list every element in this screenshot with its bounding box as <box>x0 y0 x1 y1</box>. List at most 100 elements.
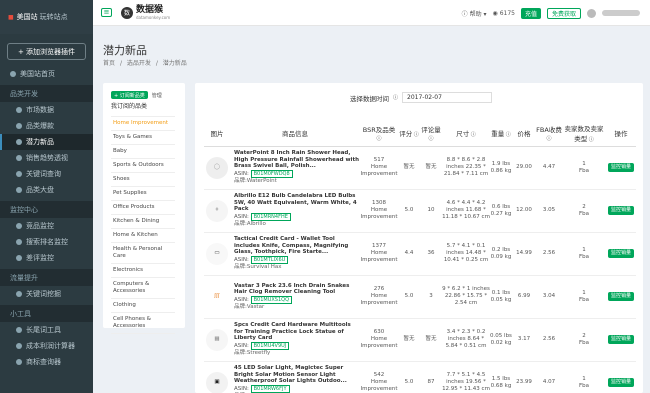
breadcrumb-home[interactable]: 首页 <box>103 60 115 67</box>
logo-mark-icon: 数 <box>121 6 133 19</box>
column-header-label: 评分 <box>399 130 413 139</box>
monitor-sales-button[interactable]: 监控销量 <box>607 206 634 215</box>
help-menu[interactable]: ⓘ 帮助 ▾ <box>462 9 487 18</box>
asin-code[interactable]: B01MU4V9UJ <box>250 341 290 350</box>
asin-code[interactable]: B01MUXS1QQ <box>250 295 293 304</box>
category-item[interactable]: Home & Kitchen <box>111 229 175 243</box>
category-item[interactable]: Cell Phones & Accessories <box>111 313 175 334</box>
sidebar-item-big-category[interactable]: 品类大盘 <box>0 182 93 198</box>
table-row[interactable]: ♦ Albrillo E12 Bulb Candelabra LED Bulbs… <box>204 189 636 233</box>
asin-label: ASIN: <box>234 213 249 220</box>
brand-label: 品牌: <box>234 303 247 310</box>
sellers-cell: 2 Fba <box>562 189 606 233</box>
username[interactable] <box>602 10 640 16</box>
product-info-cell: Vastar 3 Pack 23.6 Inch Drain Snakes Hai… <box>230 275 360 319</box>
product-info-cell: 45 LED Solar Light, Magictec Super Brigh… <box>230 361 360 393</box>
sidebar-item-sales-trend[interactable]: 销售趋势透视 <box>0 150 93 166</box>
product-title[interactable]: 45 LED Solar Light, Magictec Super Brigh… <box>234 365 360 385</box>
sidebar-item-profit-calc[interactable]: 成本利润计算器 <box>0 338 93 354</box>
product-image-cell: ʃʃʃ <box>204 275 230 319</box>
category-item[interactable]: Shoes <box>111 173 175 187</box>
monitor-sales-button[interactable]: 监控销量 <box>607 378 634 387</box>
category-item[interactable]: Pet Supplies <box>111 187 175 201</box>
product-thumbnail[interactable]: ▣ <box>206 371 228 393</box>
sidebar-item-keyword-query[interactable]: 关键词查询 <box>0 166 93 182</box>
points-display: ◉ 6175 <box>492 9 515 17</box>
category-item[interactable]: Kitchen & Dining <box>111 215 175 229</box>
sidebar-item-new-products[interactable]: 潜力新品 <box>0 134 93 150</box>
category-item[interactable]: Sports & Outdoors <box>111 159 175 173</box>
info-icon: ⓘ <box>546 136 552 143</box>
sidebar-item-hot-products[interactable]: 品类爆款 <box>0 118 93 134</box>
monitor-sales-button[interactable]: 监控销量 <box>607 292 634 301</box>
category-item[interactable]: Clothing <box>111 299 175 313</box>
column-header-label: 评论量 <box>421 126 441 135</box>
asin-code[interactable]: B01MRW6FJY <box>250 384 290 393</box>
product-title[interactable]: Vastar 3 Pack 23.6 Inch Drain Snakes Hai… <box>234 283 360 296</box>
category-item[interactable]: Baby <box>111 145 175 159</box>
category-item[interactable]: Toys & Games <box>111 131 175 145</box>
sidebar-item-home[interactable]: 美国站首页 <box>0 66 93 82</box>
menu-toggle-icon[interactable]: ≡ <box>101 8 112 17</box>
product-title[interactable]: WaterPoint 8 Inch Rain Shower Head, High… <box>234 150 360 170</box>
product-thumbnail[interactable]: ♦ <box>206 199 228 222</box>
asin-code[interactable]: B01M0FWDQ8 <box>250 169 293 178</box>
logo[interactable]: 数 数据猴 datamonkey.com <box>121 5 170 20</box>
pickaxe-icon <box>16 291 22 297</box>
product-thumbnail[interactable]: ʃʃʃ <box>206 285 228 308</box>
sidebar-item-trademark[interactable]: 商标查询器 <box>0 354 93 370</box>
category-item[interactable]: Office Products <box>111 201 175 215</box>
asin-code[interactable]: B01MTLIX6U <box>250 255 289 264</box>
category-item[interactable]: Health & Personal Care <box>111 243 175 264</box>
product-thumbnail[interactable]: ▦ <box>206 328 228 351</box>
table-row[interactable]: ʃʃʃ Vastar 3 Pack 23.6 Inch Drain Snakes… <box>204 275 636 319</box>
breadcrumb-products[interactable]: 选品开发 <box>127 60 151 67</box>
sidebar-item-search-rank[interactable]: 搜索排名监控 <box>0 234 93 250</box>
category-item[interactable]: Electronics <box>111 264 175 278</box>
recharge-button[interactable]: 充值 <box>520 7 541 19</box>
fba-cell: 2.56 <box>536 232 562 276</box>
info-icon: ⓘ <box>393 95 399 101</box>
free-points-button[interactable]: 免费获取 <box>546 7 581 19</box>
category-item[interactable]: Computers & Accessories <box>111 278 175 299</box>
table-row[interactable]: ▦ Spcs Credit Card Hardware Multitools f… <box>204 318 636 362</box>
sidebar-item-label: 潜力新品 <box>26 138 54 146</box>
asin-code[interactable]: B01MRN4FHE <box>250 212 291 221</box>
manage-link[interactable]: 管理 <box>152 92 162 99</box>
brand-value: Survival Hax <box>246 263 282 270</box>
monitor-sales-button[interactable]: 监控销量 <box>607 249 634 258</box>
monitor-sales-button[interactable]: 监控销量 <box>607 163 634 172</box>
product-thumbnail[interactable]: ◯ <box>206 156 228 179</box>
eye-icon <box>16 223 22 229</box>
price-cell: 12.00 <box>512 189 536 233</box>
fba-cell: 4.07 <box>536 361 562 393</box>
sidebar-item-label: 销售趋势透视 <box>26 154 68 162</box>
sidebar-item-product-monitor[interactable]: 竞品监控 <box>0 218 93 234</box>
column-header: 尺寸 ⓘ <box>442 121 490 147</box>
breadcrumb-separator: / <box>155 60 158 67</box>
product-title[interactable]: Spcs Credit Card Hardware Multitools for… <box>234 322 360 342</box>
site-switcher[interactable]: ■ 美国站 玩转站点 <box>0 0 93 34</box>
product-title[interactable]: Albrillo E12 Bulb Candelabra LED Bulbs 5… <box>234 193 360 213</box>
product-title[interactable]: Tactical Credit Card - Wallet Tool inclu… <box>234 236 360 256</box>
sidebar-item-long-tail[interactable]: 长尾词工具 <box>0 322 93 338</box>
date-input[interactable]: 2017-02-07 <box>402 92 493 103</box>
sidebar-item-review-monitor[interactable]: 差评监控 <box>0 250 93 266</box>
sidebar-item-keyword-mining[interactable]: 关键词挖掘 <box>0 286 93 302</box>
avatar[interactable] <box>587 8 596 18</box>
product-thumbnail[interactable]: ▭ <box>206 242 228 265</box>
action-cell: 监控销量 <box>606 318 636 362</box>
monitor-sales-button[interactable]: 监控销量 <box>607 335 634 344</box>
table-row[interactable]: ▣ 45 LED Solar Light, Magictec Super Bri… <box>204 361 636 393</box>
sidebar-item-market-data[interactable]: 市场数据 <box>0 102 93 118</box>
table-row[interactable]: ◯ WaterPoint 8 Inch Rain Shower Head, Hi… <box>204 146 636 190</box>
table-row[interactable]: ▭ Tactical Credit Card - Wallet Tool inc… <box>204 232 636 276</box>
subscribe-category-button[interactable]: + 订阅新品类 <box>111 91 148 99</box>
product-info-cell: WaterPoint 8 Inch Rain Shower Head, High… <box>230 146 360 190</box>
rating-cell: 暂无 <box>398 318 420 362</box>
rating-cell: 5.0 <box>398 189 420 233</box>
seller-count: 1 <box>582 289 586 296</box>
add-plugin-button[interactable]: + 添加浏览器插件 <box>7 43 86 60</box>
category-item[interactable]: Home Improvement <box>111 117 175 131</box>
sidebar-section-monitor: 监控中心 <box>0 201 93 218</box>
